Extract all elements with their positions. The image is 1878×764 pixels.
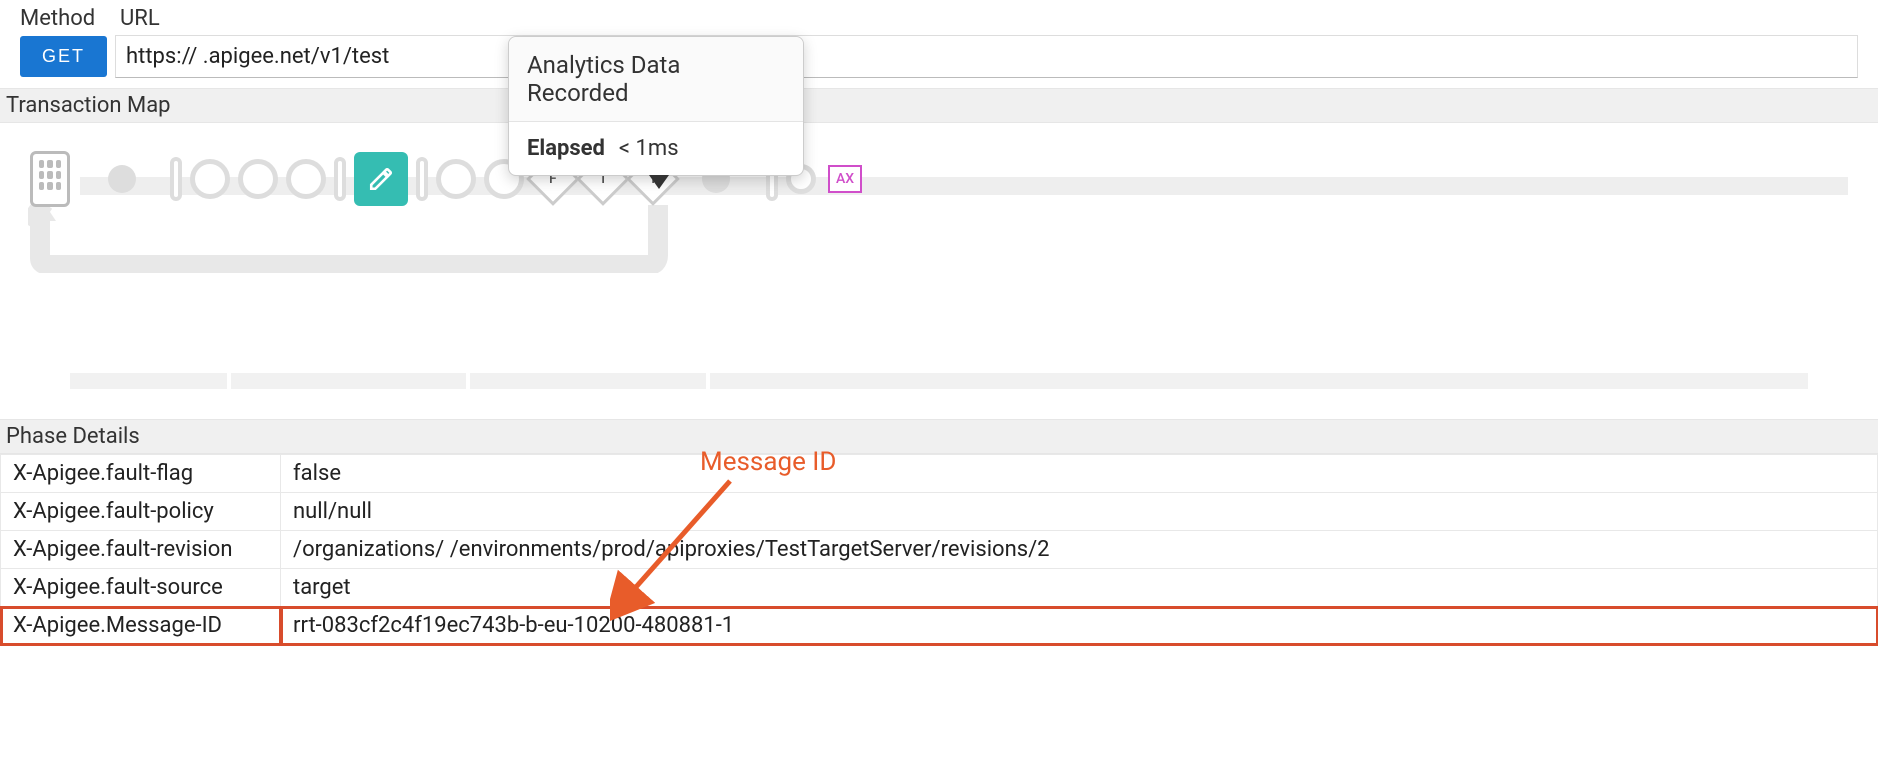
analytics-tooltip: Analytics Data Recorded Elapsed < 1ms bbox=[508, 36, 804, 176]
phase-key: X-Apigee.fault-revision bbox=[1, 531, 281, 569]
url-input[interactable]: https:// .apigee.net/v1/test bbox=[115, 35, 1858, 78]
method-button[interactable]: GET bbox=[20, 36, 107, 77]
phase-key: X-Apigee.fault-flag bbox=[1, 455, 281, 493]
transaction-map: F T T AX bbox=[0, 123, 1878, 343]
edit-step-icon[interactable] bbox=[354, 152, 408, 206]
phase-key: X-Apigee.fault-policy bbox=[1, 493, 281, 531]
tooltip-title: Analytics Data Recorded bbox=[509, 37, 803, 122]
phase-details-table: X-Apigee.fault-flag false X-Apigee.fault… bbox=[0, 454, 1878, 645]
ax-analytics-step[interactable]: AX bbox=[828, 165, 862, 193]
phase-value: /organizations/ /environments/prod/apipr… bbox=[281, 531, 1878, 569]
step-dot[interactable] bbox=[108, 165, 136, 193]
table-row: X-Apigee.fault-policy null/null bbox=[1, 493, 1878, 531]
return-arrow-icon bbox=[28, 203, 668, 273]
phase-value: rrt-083cf2c4f19ec743b-b-eu-10200-480881-… bbox=[281, 607, 1878, 645]
step-circle[interactable] bbox=[238, 159, 278, 199]
phase-key: X-Apigee.fault-source bbox=[1, 569, 281, 607]
step-circle[interactable] bbox=[190, 159, 230, 199]
table-row: X-Apigee.fault-revision /organizations/ … bbox=[1, 531, 1878, 569]
phase-value: null/null bbox=[281, 493, 1878, 531]
table-row: X-Apigee.fault-flag false bbox=[1, 455, 1878, 493]
policy-pill[interactable] bbox=[334, 157, 346, 201]
table-row-highlighted: X-Apigee.Message-ID rrt-083cf2c4f19ec743… bbox=[1, 607, 1878, 645]
timeline-segments bbox=[70, 373, 1808, 389]
transaction-map-header: Transaction Map bbox=[0, 88, 1878, 123]
step-circle[interactable] bbox=[436, 159, 476, 199]
phase-value: target bbox=[281, 569, 1878, 607]
tooltip-elapsed-label: Elapsed bbox=[527, 136, 605, 161]
policy-pill[interactable] bbox=[170, 157, 182, 201]
method-label: Method bbox=[20, 6, 120, 31]
phase-key: X-Apigee.Message-ID bbox=[1, 607, 281, 645]
policy-pill[interactable] bbox=[416, 157, 428, 201]
table-row: X-Apigee.fault-source target bbox=[1, 569, 1878, 607]
step-circle[interactable] bbox=[286, 159, 326, 199]
tooltip-pointer-icon bbox=[649, 175, 669, 189]
client-phone-icon[interactable] bbox=[30, 151, 70, 207]
tooltip-elapsed-value: < 1ms bbox=[619, 136, 679, 161]
url-label: URL bbox=[120, 6, 160, 31]
phase-value: false bbox=[281, 455, 1878, 493]
phase-details-header: Phase Details bbox=[0, 419, 1878, 454]
